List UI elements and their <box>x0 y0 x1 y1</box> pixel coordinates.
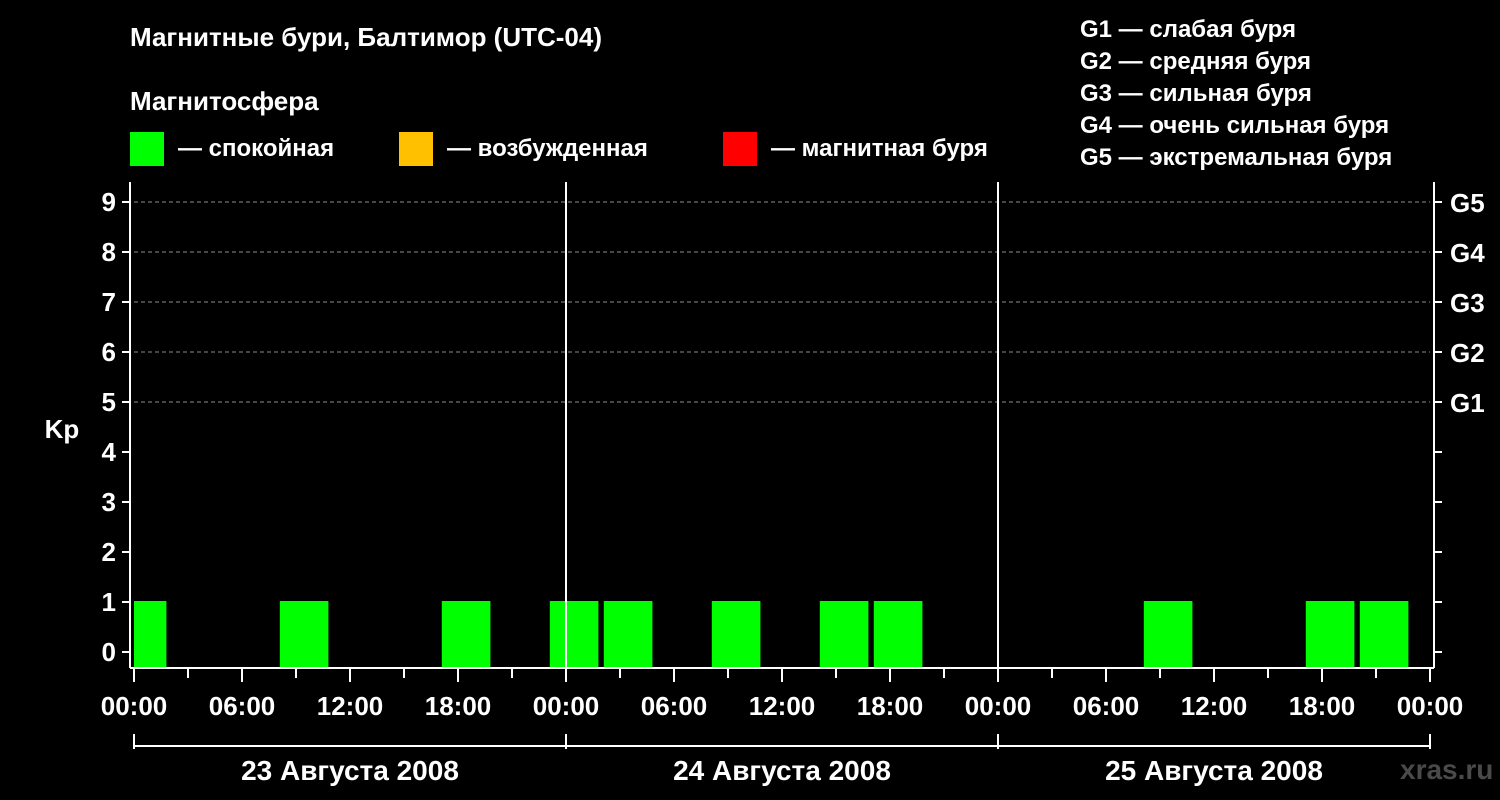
y-tick-label: 4 <box>102 437 117 467</box>
y-tick-label: 8 <box>102 237 116 267</box>
kp-bar <box>441 601 491 668</box>
x-tick-label: 00:00 <box>101 691 168 721</box>
x-tick-label: 00:00 <box>965 691 1032 721</box>
y-tick-label: 6 <box>102 337 116 367</box>
kp-bar <box>134 601 167 668</box>
x-tick-label: 06:00 <box>641 691 708 721</box>
kp-bar <box>603 601 653 668</box>
x-tick-label: 18:00 <box>425 691 492 721</box>
x-tick-label: 12:00 <box>749 691 816 721</box>
day-label: 23 Августа 2008 <box>241 755 459 786</box>
kp-bar <box>1305 601 1355 668</box>
g-scale-label: G3 <box>1450 288 1485 318</box>
g-scale-label: G2 <box>1450 338 1485 368</box>
y-tick-label: 5 <box>102 387 116 417</box>
y-tick-label: 3 <box>102 487 116 517</box>
y-tick-label: 1 <box>102 587 116 617</box>
x-tick-label: 18:00 <box>1289 691 1356 721</box>
kp-bar <box>873 601 923 668</box>
kp-bar <box>279 601 329 668</box>
day-label: 25 Августа 2008 <box>1105 755 1323 786</box>
y-axis-label: Kp <box>45 414 80 444</box>
kp-bar <box>1143 601 1193 668</box>
x-tick-label: 06:00 <box>209 691 276 721</box>
g-scale-label: G4 <box>1450 238 1485 268</box>
kp-bar <box>549 601 599 668</box>
x-tick-label: 12:00 <box>317 691 384 721</box>
watermark: xras.ru <box>1400 754 1494 785</box>
day-label: 24 Августа 2008 <box>673 755 891 786</box>
kp-chart: 0 1 2 3 4 5 6 7 8 9 G1 G2 G3 G4 G5 Kp 00:00 06:00 12:00 18:… <box>45 182 1485 786</box>
x-tick-label: 06:00 <box>1073 691 1140 721</box>
y-tick-label: 9 <box>102 187 116 217</box>
kp-bar <box>819 601 869 668</box>
x-tick-label: 12:00 <box>1181 691 1248 721</box>
g-scale-label: G1 <box>1450 388 1485 418</box>
x-tick-label: 00:00 <box>533 691 600 721</box>
g-scale-label: G5 <box>1450 188 1485 218</box>
y-tick-label: 2 <box>102 537 116 567</box>
kp-bar <box>711 601 761 668</box>
x-tick-label: 00:00 <box>1397 691 1464 721</box>
y-tick-label: 7 <box>102 287 116 317</box>
y-tick-label: 0 <box>102 637 116 667</box>
x-tick-label: 18:00 <box>857 691 924 721</box>
kp-bar <box>1359 601 1409 668</box>
